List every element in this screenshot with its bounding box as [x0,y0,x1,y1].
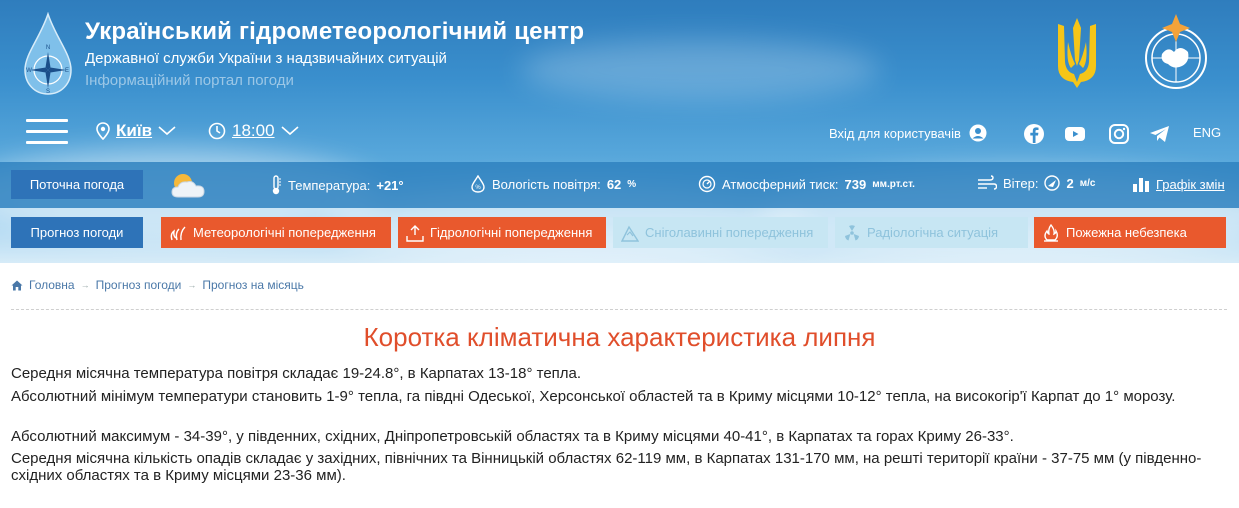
login-link[interactable]: Вхід для користувачів [829,124,987,142]
breadcrumb-separator-icon: → [80,280,90,290]
fire-icon [1044,223,1058,242]
telegram-icon[interactable] [1149,123,1171,145]
facebook-icon[interactable] [1023,123,1045,145]
current-weather-button[interactable]: Поточна погода [11,170,143,199]
radiological-label: Радіологічна ситуація [867,225,999,240]
hydromet-logo-icon[interactable]: N S E W [22,12,74,96]
forecast-button[interactable]: Прогноз погоди [11,217,143,248]
chart-link[interactable]: Графік змін [1132,175,1225,193]
time-selector[interactable]: 18:00 [208,121,299,141]
clock-icon [208,122,226,140]
logo-letter-w: W [26,68,32,74]
temperature-label: Температура: [288,177,371,193]
climate-paragraph: Абсолютний максимум - 34-39°, у південни… [11,428,1014,445]
wmo-emblem-icon [1145,14,1207,89]
page-title: Коротка кліматична характеристика липня [363,322,876,352]
wind-direction-icon [1044,175,1061,191]
humidity-readout: % Вологість повітря: 62 % [470,175,636,193]
temperature-value: +21° [376,177,404,193]
breadcrumb-forecast[interactable]: Прогноз погоди [96,278,182,292]
humidity-label: Вологість повітря: [492,176,601,192]
pressure-label: Атмосферний тиск: [722,176,839,192]
partly-cloudy-icon [171,174,205,198]
site-title[interactable]: Український гідрометеорологічний центр [85,18,584,46]
avalanche-warning-icon [621,225,639,242]
top-nav: Київ 18:00 Вхід для користувачів ENG [0,113,1239,153]
time-label: 18:00 [232,121,275,140]
humidity-drop-icon: % [471,175,485,193]
meteorological-warnings-button[interactable]: Метеорологічні попередження [161,217,391,248]
breadcrumb-separator-icon: → [187,280,197,290]
svg-text:%: % [475,185,481,191]
temperature-readout: Температура: +21° [270,175,404,195]
logo-letter-n: N [46,45,50,51]
hydrological-warnings-button[interactable]: Гідрологічні попередження [398,217,606,248]
meteo-warning-label: Метеорологічні попередження [193,225,376,240]
hamburger-menu-icon[interactable] [26,117,68,147]
radiological-situation-button[interactable]: Радіологічна ситуація [835,217,1028,248]
climate-paragraph: Абсолютний мінімум температури становить… [11,388,1176,405]
wind-unit: м/с [1079,177,1096,189]
language-switch[interactable]: ENG [1193,125,1221,140]
chart-link-label: Графік змін [1156,176,1225,192]
wind-icon [978,175,997,190]
thermometer-icon [272,175,281,195]
location-pin-icon [96,122,110,140]
humidity-value: 62 [606,176,622,192]
content-divider [11,309,1227,310]
instagram-icon[interactable] [1108,123,1130,145]
wind-value: 2 [1066,175,1074,191]
avalanche-warning-label: Сніголавинні попередження [645,225,814,240]
avalanche-warnings-button[interactable]: Сніголавинні попередження [613,217,828,248]
logo-letter-s: S [46,89,50,95]
site-portal-label: Інформаційний портал погоди [85,72,294,89]
bar-chart-icon [1133,178,1149,192]
pressure-value: 739 [844,176,867,192]
city-selector[interactable]: Київ [96,121,176,141]
fire-danger-button[interactable]: Пожежна небезпека [1034,217,1226,248]
cloud-decoration [520,40,880,100]
logo-letter-e: E [65,68,69,74]
fire-danger-label: Пожежна небезпека [1066,225,1187,240]
breadcrumb: Головна → Прогноз погоди → Прогноз на мі… [11,278,304,292]
site-subtitle: Державної служби України з надзвичайних … [85,50,447,67]
hydro-warning-icon [406,224,424,242]
user-icon [969,124,987,142]
humidity-unit: % [627,178,637,190]
breadcrumb-home[interactable]: Головна [29,278,75,292]
climate-paragraph: Середня місячна температура повітря скла… [11,365,582,382]
login-label: Вхід для користувачів [829,125,961,141]
chevron-down-icon [158,126,176,136]
chevron-down-icon [281,126,299,136]
hydro-warning-label: Гідрологічні попередження [430,225,593,240]
wind-label: Вітер: [1003,175,1039,191]
city-label: Київ [116,121,153,140]
breadcrumb-month-forecast[interactable]: Прогноз на місяць [202,278,304,292]
ukraine-trident-icon [1058,18,1096,88]
barometer-icon [698,175,716,193]
pressure-unit: мм.рт.ст. [872,178,915,190]
radiation-icon [845,224,859,240]
home-icon[interactable] [11,280,23,291]
wind-readout: Вітер: 2 м/с [977,175,1095,191]
youtube-icon[interactable] [1064,123,1086,145]
climate-paragraph: Середня місячна кількість опадів складає… [11,450,1202,484]
meteo-warning-icon [170,226,186,240]
pressure-readout: Атмосферний тиск: 739 мм.рт.ст. [698,175,915,193]
